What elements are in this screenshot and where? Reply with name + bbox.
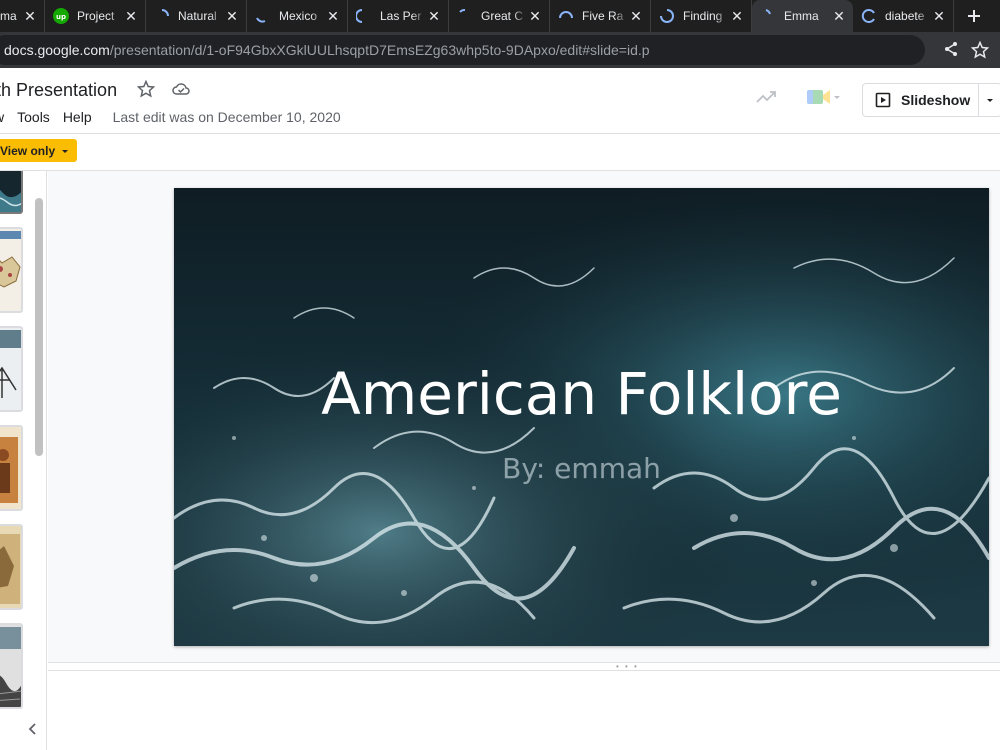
slide-thumbnail[interactable] — [0, 227, 23, 313]
slideshow-label: Slideshow — [901, 92, 971, 108]
chevron-down-icon — [987, 99, 993, 102]
svg-text:up: up — [56, 13, 66, 21]
menu-item-help[interactable]: Help — [63, 109, 92, 125]
view-only-label: View only — [0, 143, 56, 158]
browser-tab[interactable]: up Project ✕ — [45, 0, 146, 32]
presentation-title[interactable]: th Presentation — [0, 80, 117, 101]
slideshow-button[interactable]: Slideshow — [862, 83, 978, 117]
speaker-notes-area[interactable] — [48, 671, 1000, 750]
close-tab-icon[interactable]: ✕ — [931, 8, 947, 24]
slide-subtitle: By: emmah — [502, 452, 661, 485]
loading-spinner-icon — [760, 8, 776, 24]
browser-tab[interactable]: Great C ✕ — [449, 0, 550, 32]
menu-item-tools[interactable]: Tools — [17, 109, 50, 125]
address-bar[interactable]: docs.google.com/presentation/d/1-oF94Gbx… — [0, 35, 925, 65]
editor-toolbar: View only — [0, 133, 1000, 171]
close-tab-icon[interactable]: ✕ — [628, 8, 644, 24]
star-icon[interactable] — [136, 79, 156, 103]
speaker-notes-resize-handle[interactable]: • • • — [48, 662, 1000, 671]
close-tab-icon[interactable]: ✕ — [224, 8, 240, 24]
loading-spinner-icon — [255, 8, 271, 24]
loading-spinner-icon — [861, 8, 877, 24]
browser-toolbar: docs.google.com/presentation/d/1-oF94Gbx… — [0, 32, 1000, 68]
close-tab-icon[interactable]: ✕ — [22, 8, 38, 24]
browser-tab[interactable]: diabete ✕ — [853, 0, 954, 32]
loading-spinner-icon — [558, 8, 574, 24]
plus-icon — [968, 10, 980, 22]
chevron-left-icon — [28, 723, 36, 735]
drag-handle-icon: • • • — [616, 662, 639, 671]
tab-title: Natural — [178, 9, 217, 23]
browser-tab[interactable]: Natural ✕ — [146, 0, 247, 32]
activity-trend-icon[interactable] — [756, 90, 778, 109]
tab-title: Great C — [481, 9, 524, 23]
browser-tab[interactable]: Mexico ✕ — [247, 0, 348, 32]
loading-spinner-icon — [356, 8, 372, 24]
share-icon[interactable] — [943, 41, 959, 62]
slide-thumbnail[interactable] — [0, 623, 23, 709]
last-edit-link[interactable]: Last edit was on December 10, 2020 — [113, 109, 341, 125]
new-tab-button[interactable] — [954, 0, 994, 32]
slide-thumbnail[interactable] — [0, 171, 23, 214]
tab-title: Las Per — [380, 9, 422, 23]
slide-thumbnail[interactable] — [0, 425, 23, 511]
present-icon — [875, 92, 891, 108]
filmstrip-scrollbar[interactable] — [35, 198, 43, 456]
tab-title: Five Ra — [582, 9, 624, 23]
loading-spinner-icon — [457, 8, 473, 24]
menu-item-view[interactable]: w — [0, 109, 4, 125]
cloud-status-icon[interactable] — [172, 82, 190, 101]
view-only-mode-button[interactable]: View only — [0, 139, 78, 162]
tab-title: ma — [0, 9, 17, 23]
slide-thumbnail[interactable] — [0, 326, 23, 412]
slide[interactable]: American Folklore By: emmah — [174, 188, 989, 646]
tab-title: Mexico — [279, 9, 318, 23]
close-tab-icon[interactable]: ✕ — [527, 8, 543, 24]
browser-tab[interactable]: Five Ra ✕ — [550, 0, 651, 32]
bookmark-star-icon[interactable] — [970, 40, 990, 64]
chevron-down-icon — [834, 96, 840, 99]
close-tab-icon[interactable]: ✕ — [325, 8, 341, 24]
browser-tab[interactable]: Finding ✕ — [651, 0, 752, 32]
browser-tab-strip: ma ✕ up Project ✕ Natural ✕ Mexico ✕ Las… — [0, 0, 1000, 32]
slide-filmstrip — [0, 171, 47, 750]
url-host: docs.google.com — [4, 42, 110, 58]
menu-bar: w Tools Help Last edit was on December 1… — [0, 108, 341, 126]
browser-tab[interactable]: ma ✕ — [0, 0, 45, 32]
tab-title: Project — [77, 9, 115, 23]
close-tab-icon[interactable]: ✕ — [729, 8, 745, 24]
slideshow-options-button[interactable] — [978, 83, 1000, 117]
tab-title: Emma — [784, 9, 819, 23]
close-tab-icon[interactable]: ✕ — [831, 8, 847, 24]
tab-title: diabete — [885, 9, 925, 23]
close-tab-icon[interactable]: ✕ — [426, 8, 442, 24]
meet-icon — [807, 90, 830, 104]
chevron-down-icon — [62, 149, 69, 153]
close-tab-icon[interactable]: ✕ — [123, 8, 139, 24]
meet-button[interactable] — [806, 87, 842, 107]
browser-tab[interactable]: Las Per ✕ — [348, 0, 449, 32]
upwork-icon: up — [53, 8, 69, 24]
loading-spinner-icon — [659, 8, 675, 24]
loading-spinner-icon — [154, 8, 170, 24]
browser-tab-active[interactable]: Emma ✕ — [752, 0, 853, 32]
collapse-filmstrip-button[interactable] — [24, 718, 42, 740]
url-path: /presentation/d/1-oF94GbxXGklUULhsqptD7E… — [109, 42, 650, 58]
slide-title: American Folklore — [321, 360, 842, 428]
tab-title: Finding — [683, 9, 723, 23]
slide-thumbnail[interactable] — [0, 524, 23, 610]
